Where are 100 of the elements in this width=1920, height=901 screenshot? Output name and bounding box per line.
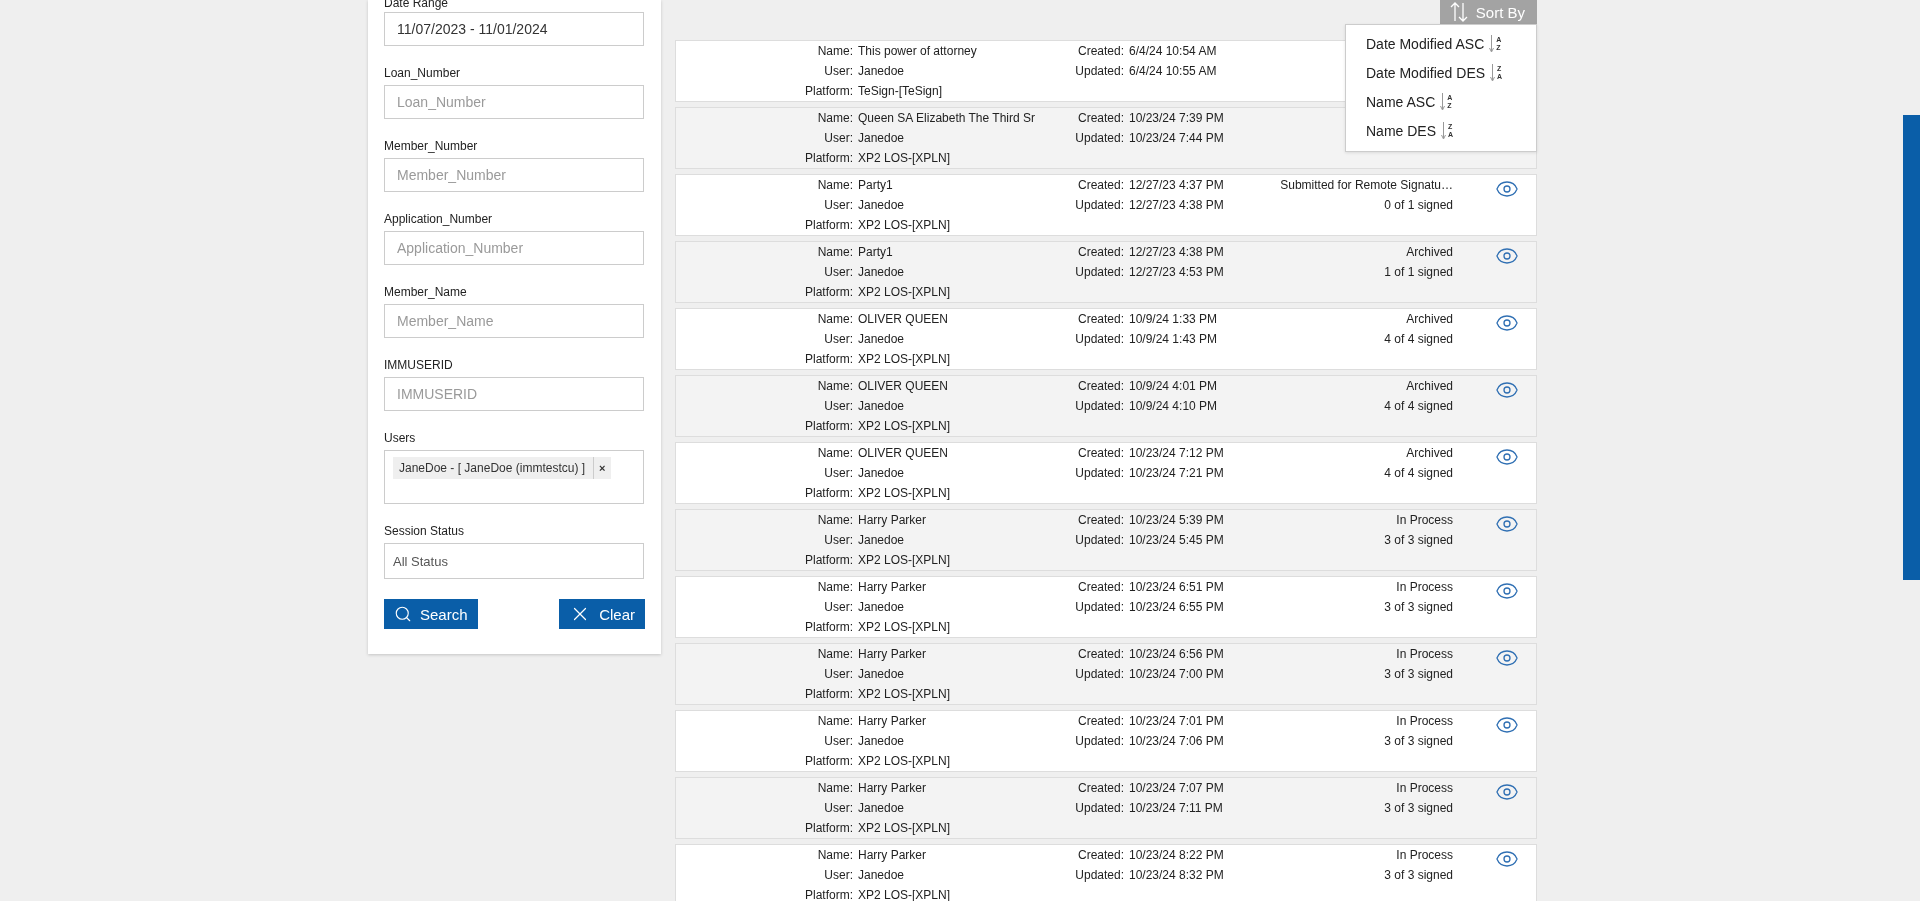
field-key: Name: [676, 242, 853, 262]
field-key: Platform: [676, 215, 853, 235]
field-label: Session Status [384, 524, 466, 538]
field-key: Created: [1058, 41, 1124, 61]
session-platform: XP2 LOS-[XPLN] [857, 418, 952, 435]
field-key: Created: [1058, 376, 1124, 396]
field-key: Name: [676, 845, 853, 865]
updated-date: 12/27/23 4:53 PM [1128, 264, 1225, 281]
date-range-field[interactable]: 11/07/2023 - 11/01/2024 [384, 12, 644, 46]
session-status: Submitted for Remote Signatu… [1279, 177, 1453, 194]
remove-button[interactable]: × [593, 457, 611, 479]
field-key: Updated: [1058, 128, 1124, 148]
updated-date: 10/23/24 6:55 PM [1128, 599, 1225, 616]
session-status: In Process [1395, 579, 1453, 596]
session-row[interactable]: Name: Harry Parker User: Janedoe Platform: XP2 LOS-[XPLN] Created: 10/23/24 5:39 PM Updated: 10/23/24 5:45 PM In Process 3 of 3 signed [675, 509, 1537, 571]
session-row[interactable]: Name: Party1 User: Janedoe Platform: XP2 LOS-[XPLN] Created: 12/27/23 4:38 PM Updated: 12/27/23 4:53 PM Archived 1 of 1 signed [675, 241, 1537, 303]
session-platform: XP2 LOS-[XPLN] [857, 820, 952, 837]
created-date: 10/23/24 6:51 PM [1128, 579, 1225, 596]
session-user: Janedoe [857, 465, 906, 482]
signed-count: 4 of 4 signed [1383, 398, 1453, 415]
field-key: Updated: [1058, 731, 1124, 751]
search-button[interactable]: Search [384, 599, 478, 629]
field-key: Created: [1058, 577, 1124, 597]
session-user: Janedoe [857, 197, 906, 214]
session-name: OLIVER QUEEN [857, 311, 950, 328]
field-key: Name: [676, 41, 853, 61]
field-key: Name: [676, 510, 853, 530]
created-date: 10/23/24 7:07 PM [1128, 780, 1225, 797]
field-key: Platform: [676, 282, 853, 302]
created-date: 12/27/23 4:37 PM [1128, 177, 1225, 194]
signed-count: 3 of 3 signed [1383, 733, 1453, 750]
field-key: User: [676, 731, 853, 751]
session-row[interactable]: Name: OLIVER QUEEN User: Janedoe Platform: XP2 LOS-[XPLN] Created: 10/9/24 4:01 PM Updated: 10/9/24 4:10 PM Archived 4 of 4 signed [675, 375, 1537, 437]
input-field[interactable]: IMMUSERID [384, 377, 644, 411]
session-row[interactable]: Name: Harry Parker User: Janedoe Platform: XP2 LOS-[XPLN] Created: 10/23/24 7:01 PM Updated: 10/23/24 7:06 PM In Process 3 of 3 signed [675, 710, 1537, 772]
field-label: Member_Number [384, 139, 479, 153]
session-name: Harry Parker [857, 579, 927, 596]
session-platform: XP2 LOS-[XPLN] [857, 485, 952, 502]
input-field[interactable]: Member_Number [384, 158, 644, 192]
session-row[interactable]: Name: Harry Parker User: Janedoe Platform: XP2 LOS-[XPLN] Created: 10/23/24 8:22 PM Updated: 10/23/24 8:32 PM In Process 3 of 3 signed [675, 844, 1537, 901]
field-key: Name: [676, 376, 853, 396]
signed-count: 4 of 4 signed [1383, 465, 1453, 482]
created-date: 10/9/24 1:33 PM [1128, 311, 1219, 328]
signed-count: 3 of 3 signed [1383, 599, 1453, 616]
session-row[interactable]: Name: OLIVER QUEEN User: Janedoe Platform: XP2 LOS-[XPLN] Created: 10/9/24 1:33 PM Updated: 10/9/24 1:43 PM Archived 4 of 4 signed [675, 308, 1537, 370]
session-name: Harry Parker [857, 512, 927, 529]
session-status: Archived [1405, 244, 1453, 261]
signed-count: 0 of 1 signed [1383, 197, 1453, 214]
field-key: Updated: [1058, 396, 1124, 416]
field-key: Updated: [1058, 664, 1124, 684]
field-key: User: [676, 463, 853, 483]
field-key: Updated: [1058, 865, 1124, 885]
search-icon [394, 605, 412, 623]
session-row[interactable]: Name: Harry Parker User: Janedoe Platform: XP2 LOS-[XPLN] Created: 10/23/24 6:51 PM Updated: 10/23/24 6:55 PM In Process 3 of 3 signed [675, 576, 1537, 638]
field-key: Platform: [676, 818, 853, 838]
input-field[interactable]: Application_Number [384, 231, 644, 265]
input-field[interactable]: Loan_Number [384, 85, 644, 119]
clear-button[interactable]: Clear [559, 599, 645, 629]
input-field[interactable]: Member_Name [384, 304, 644, 338]
field-key: Platform: [676, 885, 853, 901]
session-row[interactable]: Name: Party1 User: Janedoe Platform: XP2 LOS-[XPLN] Created: 12/27/23 4:37 PM Updated: 12/27/23 4:38 PM Submitted for Remote Signatu… 0 of 1 signed [675, 174, 1537, 236]
session-status: Archived [1405, 445, 1453, 462]
session-status: In Process [1395, 512, 1453, 529]
created-date: 10/23/24 7:12 PM [1128, 445, 1225, 462]
field-key: Platform: [676, 81, 853, 101]
updated-date: 6/4/24 10:55 AM [1128, 63, 1218, 80]
signed-count: 3 of 3 signed [1383, 666, 1453, 683]
field-key: User: [676, 61, 853, 81]
field-key: Platform: [676, 617, 853, 637]
field-key: User: [676, 396, 853, 416]
field-key: Platform: [676, 349, 853, 369]
session-user: Janedoe [857, 130, 906, 147]
user-chip-text: JaneDoe - [ JaneDoe (immtestcu) ] [398, 461, 587, 475]
session-name: OLIVER QUEEN [857, 445, 950, 462]
session-status: In Process [1395, 780, 1453, 797]
field-key: Platform: [676, 684, 853, 704]
field-key: Created: [1058, 108, 1124, 128]
session-row[interactable]: Name: Harry Parker User: Janedoe Platform: XP2 LOS-[XPLN] Created: 10/23/24 6:56 PM Updated: 10/23/24 7:00 PM In Process 3 of 3 signed [675, 643, 1537, 705]
field-key: Created: [1058, 175, 1124, 195]
field-key: Updated: [1058, 262, 1124, 282]
session-row[interactable]: Name: Harry Parker User: Janedoe Platform: XP2 LOS-[XPLN] Created: 10/23/24 7:07 PM Updated: 10/23/24 7:11 PM In Process 3 of 3 signed [675, 777, 1537, 839]
session-platform: XP2 LOS-[XPLN] [857, 753, 952, 770]
session-platform: XP2 LOS-[XPLN] [857, 351, 952, 368]
field-key: Platform: [676, 148, 853, 168]
session-name: Harry Parker [857, 780, 927, 797]
session-user: Janedoe [857, 264, 906, 281]
field-key: Created: [1058, 242, 1124, 262]
session-user: Janedoe [857, 532, 906, 549]
users-field[interactable]: JaneDoe - [ JaneDoe (immtestcu) ] × [384, 450, 644, 504]
status-select[interactable]: All Status [384, 543, 644, 579]
field-key: Updated: [1058, 61, 1124, 81]
session-platform: XP2 LOS-[XPLN] [857, 284, 952, 301]
field-key: Name: [676, 309, 853, 329]
created-date: 10/23/24 7:01 PM [1128, 713, 1225, 730]
signed-count: 4 of 4 signed [1383, 331, 1453, 348]
session-row[interactable]: Name: OLIVER QUEEN User: Janedoe Platform: XP2 LOS-[XPLN] Created: 10/23/24 7:12 PM Updated: 10/23/24 7:21 PM Archived 4 of 4 signed [675, 442, 1537, 504]
field-key: User: [676, 865, 853, 885]
updated-date: 10/23/24 7:11 PM [1128, 800, 1224, 817]
field-key: Platform: [676, 751, 853, 771]
field-label: Application_Number [384, 212, 494, 226]
